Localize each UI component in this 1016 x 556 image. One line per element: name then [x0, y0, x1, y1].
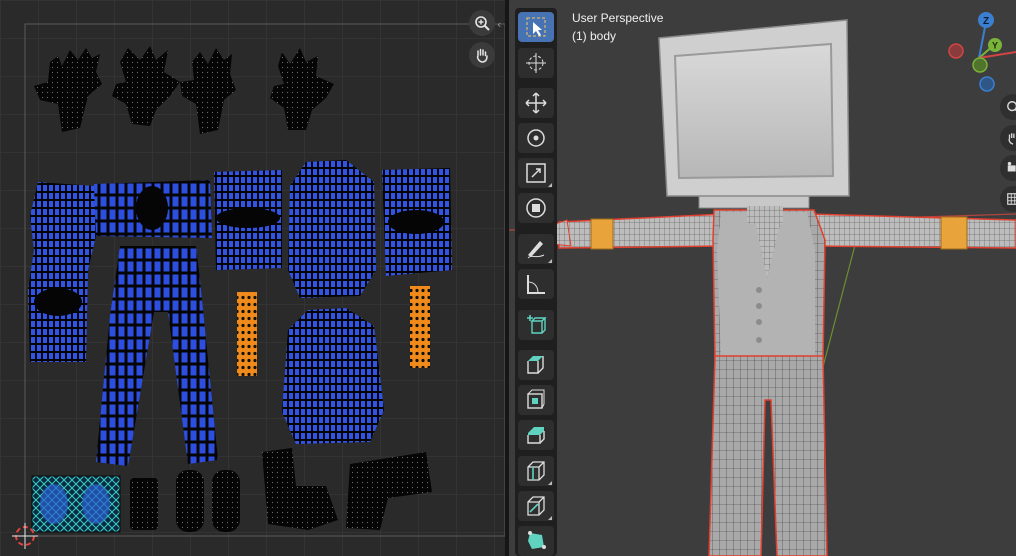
uv-editor[interactable]: ‹	[0, 0, 505, 556]
hand-icon	[1008, 133, 1015, 145]
zoom-icon	[1007, 101, 1016, 112]
tool-scale[interactable]	[518, 158, 554, 188]
legs-mesh	[708, 355, 828, 556]
gizmo-neg-x[interactable]	[948, 43, 964, 59]
loop-cut-icon	[527, 461, 545, 481]
tool-measure[interactable]	[518, 269, 554, 299]
transform-icon	[526, 198, 546, 218]
collar-island	[136, 186, 168, 230]
cuff-island-left	[237, 292, 257, 376]
viewport-toolbar	[515, 8, 557, 556]
tool-move[interactable]	[518, 88, 554, 118]
uv-zoom-button[interactable]	[469, 10, 495, 36]
tool-knife[interactable]	[518, 491, 554, 521]
extrude-icon	[527, 356, 544, 374]
uv-canvas[interactable]	[0, 0, 505, 556]
tool-annotate[interactable]	[518, 234, 554, 264]
dark-patch-island-3	[34, 288, 82, 316]
bevel-icon	[527, 427, 545, 444]
tool-rotate[interactable]	[518, 123, 554, 153]
gizmo-neg-y[interactable]	[972, 57, 988, 73]
sleeve-island	[28, 182, 96, 362]
vest-back-island	[282, 308, 384, 444]
grid-icon	[1007, 193, 1016, 205]
left-arm-mesh	[558, 213, 725, 249]
cuff-island-right	[410, 286, 430, 368]
select-box-icon	[526, 17, 546, 37]
dark-patch-island-2	[388, 210, 444, 234]
collapse-arrow-icon[interactable]: ‹	[497, 18, 501, 31]
measure-icon	[527, 275, 545, 294]
scale-icon	[526, 163, 546, 183]
poly-build-icon	[528, 531, 546, 549]
right-sleeve-band	[940, 216, 968, 250]
right-arm-mesh	[808, 213, 1016, 249]
camera-icon	[1007, 161, 1016, 172]
tool-cursor[interactable]	[518, 48, 554, 78]
move-icon	[525, 92, 547, 114]
navigation-gizmo[interactable]: Z Y	[940, 8, 1016, 98]
gizmo-z-label: Z	[983, 16, 989, 27]
tool-inset[interactable]	[518, 385, 554, 415]
tool-add-cube[interactable]	[518, 310, 554, 340]
rotate-icon	[527, 129, 545, 147]
vest-front-island	[288, 160, 376, 298]
left-sleeve-band	[590, 218, 614, 250]
tool-extrude[interactable]	[518, 350, 554, 380]
gizmo-neg-z[interactable]	[979, 76, 995, 92]
tool-loop-cut[interactable]	[518, 456, 554, 486]
dark-patch-island	[216, 208, 280, 228]
tool-poly-build[interactable]	[518, 526, 554, 556]
add-cube-icon	[527, 315, 547, 334]
shoe-islands	[130, 448, 432, 532]
knife-icon	[527, 496, 545, 516]
tool-select-box[interactable]	[518, 12, 554, 42]
annotate-icon	[527, 241, 545, 259]
object-name-label: (1) body	[572, 29, 617, 43]
tool-bevel[interactable]	[518, 420, 554, 450]
hand-icon	[476, 48, 488, 63]
tv-neck	[747, 206, 783, 224]
inset-icon	[527, 389, 545, 409]
zoom-icon	[475, 16, 490, 31]
gizmo-y-label: Y	[992, 41, 998, 51]
glove-islands	[34, 46, 334, 134]
trousers-island	[96, 246, 218, 466]
tv-screen	[673, 42, 835, 180]
view-name-label: User Perspective	[572, 11, 664, 25]
uv-pan-button[interactable]	[469, 42, 495, 68]
tool-transform[interactable]	[518, 193, 554, 223]
cursor-icon	[526, 53, 546, 73]
